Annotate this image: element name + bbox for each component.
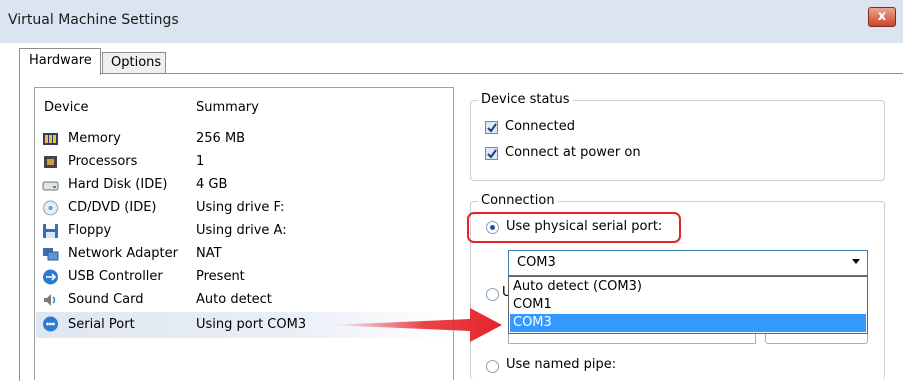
device-summary: 4 GB bbox=[196, 177, 228, 192]
device-summary: 1 bbox=[196, 154, 205, 169]
check-icon bbox=[487, 123, 497, 133]
device-status-group bbox=[470, 100, 885, 181]
device-summary: Using drive F: bbox=[196, 200, 285, 215]
connect-at-power-on-checkbox[interactable] bbox=[485, 147, 498, 160]
chevron-down-icon[interactable] bbox=[852, 259, 860, 264]
device-name: Hard Disk (IDE) bbox=[68, 177, 168, 192]
device-name: Sound Card bbox=[68, 292, 144, 307]
device-summary: Present bbox=[196, 269, 245, 284]
device-status-title: Device status bbox=[478, 92, 573, 107]
hard-disk-icon bbox=[42, 181, 59, 191]
device-column-header[interactable]: Device bbox=[44, 100, 88, 115]
network-adapter-icon bbox=[43, 248, 59, 261]
serial-port-select[interactable]: COM3 bbox=[508, 250, 868, 276]
tab-options[interactable]: Options bbox=[102, 52, 166, 74]
device-summary: Using drive A: bbox=[196, 223, 287, 238]
connected-label[interactable]: Connected bbox=[505, 119, 575, 134]
device-summary: NAT bbox=[196, 246, 222, 261]
device-row-usb-controller[interactable]: USB Controller Present bbox=[36, 266, 453, 289]
device-name: Processors bbox=[68, 154, 138, 169]
serial-port-icon bbox=[43, 316, 58, 332]
device-name: Memory bbox=[68, 131, 121, 146]
serial-port-select-value: COM3 bbox=[517, 255, 556, 270]
device-row-cd-dvd[interactable]: CD/DVD (IDE) Using drive F: bbox=[36, 197, 453, 220]
device-name: CD/DVD (IDE) bbox=[68, 200, 157, 215]
device-row-floppy[interactable]: Floppy Using drive A: bbox=[36, 220, 453, 243]
named-pipe-radio[interactable] bbox=[486, 360, 499, 373]
connected-checkbox[interactable] bbox=[485, 121, 498, 134]
connection-title: Connection bbox=[478, 193, 558, 208]
device-summary: Auto detect bbox=[196, 292, 272, 307]
annotation-arrow bbox=[330, 308, 502, 342]
device-row-processors[interactable]: Processors 1 bbox=[36, 151, 453, 174]
connect-at-power-on-label[interactable]: Connect at power on bbox=[505, 145, 641, 160]
floppy-icon bbox=[43, 224, 58, 238]
sound-card-icon bbox=[44, 294, 56, 306]
dropdown-option-com1[interactable]: COM1 bbox=[510, 296, 866, 314]
close-icon: x bbox=[877, 9, 887, 24]
device-name: Floppy bbox=[68, 223, 112, 238]
serial-port-dropdown[interactable]: Auto detect (COM3) COM1 COM3 bbox=[508, 276, 868, 334]
device-summary: 256 MB bbox=[196, 131, 246, 146]
device-name: Network Adapter bbox=[68, 246, 178, 261]
annotation-highlight-box bbox=[467, 212, 681, 243]
check-icon bbox=[487, 149, 497, 159]
dropdown-option-auto-detect[interactable]: Auto detect (COM3) bbox=[510, 278, 866, 296]
device-name: USB Controller bbox=[68, 269, 163, 284]
processor-icon bbox=[44, 156, 57, 168]
dropdown-option-com3[interactable]: COM3 bbox=[510, 314, 866, 332]
close-button[interactable]: x bbox=[868, 7, 896, 27]
device-summary: Using port COM3 bbox=[196, 317, 307, 332]
usb-icon bbox=[43, 269, 58, 285]
named-pipe-label[interactable]: Use named pipe: bbox=[506, 357, 616, 372]
summary-column-header[interactable]: Summary bbox=[196, 100, 259, 115]
device-row-network-adapter[interactable]: Network Adapter NAT bbox=[36, 243, 453, 266]
device-row-memory[interactable]: Memory 256 MB bbox=[36, 128, 453, 151]
memory-icon bbox=[43, 133, 58, 145]
device-name: Serial Port bbox=[68, 317, 135, 332]
device-row-hard-disk[interactable]: Hard Disk (IDE) 4 GB bbox=[36, 174, 453, 197]
tab-hardware[interactable]: Hardware bbox=[19, 48, 101, 75]
window-title: Virtual Machine Settings bbox=[8, 12, 179, 28]
cd-dvd-icon bbox=[43, 200, 58, 216]
